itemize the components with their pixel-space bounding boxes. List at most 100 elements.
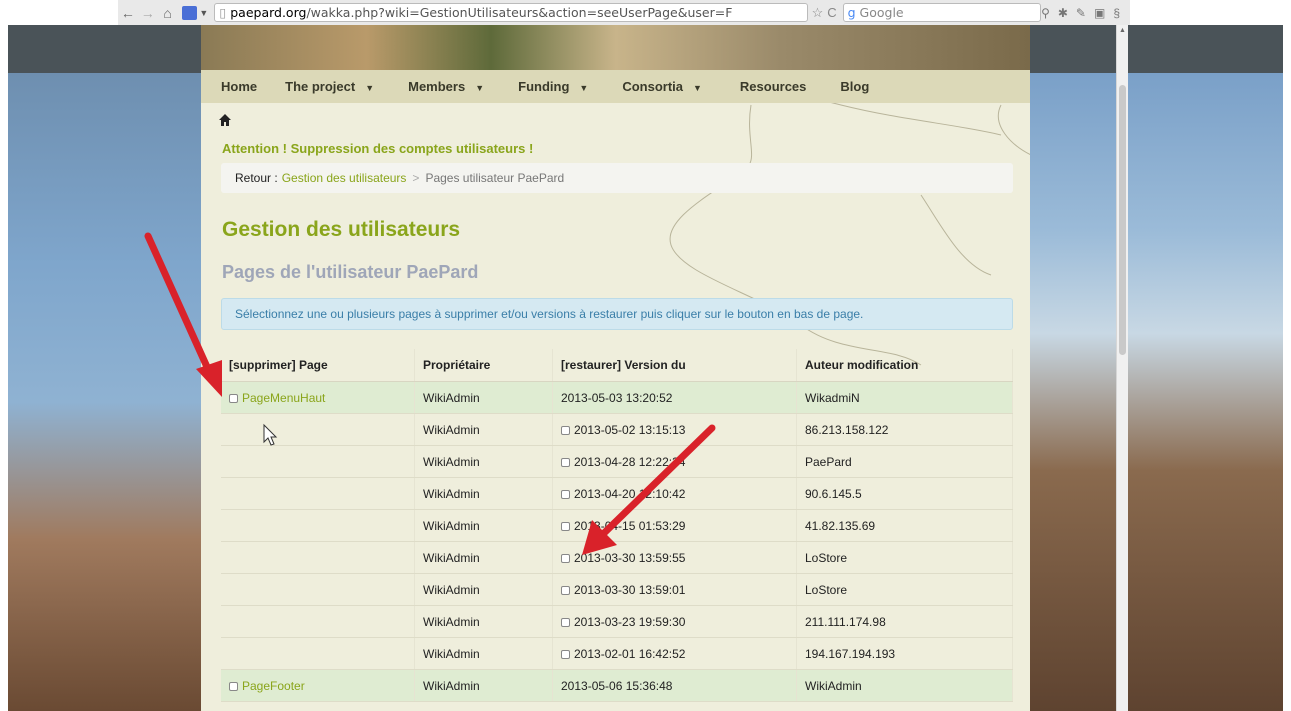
chevron-down-icon: ▼ — [692, 83, 702, 93]
nav-home[interactable]: Home — [221, 79, 257, 94]
page-link[interactable]: PageMenuHaut — [242, 391, 325, 405]
search-placeholder: Google — [859, 5, 904, 20]
addon-icon[interactable]: ✱ — [1058, 6, 1068, 20]
breadcrumb-link[interactable]: Gestion des utilisateurs — [282, 171, 407, 185]
page-title: Gestion des utilisateurs — [222, 218, 461, 241]
page-cell — [221, 413, 415, 446]
page-cell — [221, 445, 415, 478]
author-cell: 194.167.194.193 — [796, 637, 1013, 670]
table-header-row: [supprimer] Page Propriétaire [restaurer… — [221, 349, 1013, 382]
version-cell: 2013-02-01 16:42:52 — [552, 637, 797, 670]
version-cell: 2013-03-23 19:59:30 — [552, 605, 797, 638]
page-icon: ▯ — [219, 5, 227, 20]
url-path: /wakka.php?wiki=GestionUtilisateurs&acti… — [306, 5, 733, 20]
alert-title: Attention ! Suppression des comptes util… — [222, 141, 534, 156]
user-pages-table: [supprimer] Page Propriétaire [restaurer… — [221, 349, 1013, 702]
page-cell: PageFooter — [221, 669, 415, 702]
restore-version-checkbox[interactable] — [561, 649, 570, 659]
breadcrumb-label: Retour : — [235, 171, 278, 185]
window-border-right — [1283, 0, 1291, 711]
table-row: WikiAdmin 2013-04-15 01:53:29 41.82.135.… — [221, 509, 1013, 542]
header-version: [restaurer] Version du — [552, 349, 797, 382]
nav-members[interactable]: Members ▼ — [408, 79, 484, 94]
background-image-left — [8, 25, 201, 711]
scroll-up-icon[interactable]: ▲ — [1119, 27, 1126, 34]
version-cell: 2013-05-03 13:20:52 — [552, 381, 797, 414]
header-owner: Propriétaire — [414, 349, 553, 382]
owner-cell: WikiAdmin — [414, 381, 553, 414]
table-row: WikiAdmin 2013-05-02 13:15:13 86.213.158… — [221, 413, 1013, 446]
version-cell: 2013-03-30 13:59:01 — [552, 573, 797, 606]
nav-blog[interactable]: Blog — [840, 79, 869, 94]
restore-version-checkbox[interactable] — [561, 521, 570, 531]
table-row: PageFooter WikiAdmin 2013-05-06 15:36:48… — [221, 669, 1013, 702]
window-border-left — [0, 0, 8, 711]
nav-resources[interactable]: Resources — [740, 79, 806, 94]
table-row: WikiAdmin 2013-03-30 13:59:55 LoStore — [221, 541, 1013, 574]
menu-icon[interactable]: § — [1113, 6, 1120, 20]
address-bar[interactable]: ▯ paepard.org /wakka.php?wiki=GestionUti… — [214, 3, 808, 22]
owner-cell: WikiAdmin — [414, 541, 553, 574]
restore-version-checkbox[interactable] — [561, 457, 570, 467]
search-input[interactable]: g Google — [842, 3, 1042, 22]
background-image-right — [1030, 25, 1283, 711]
author-cell: PaePard — [796, 445, 1013, 478]
magnifier-icon[interactable]: ⚲ — [1041, 6, 1050, 20]
table-row: WikiAdmin 2013-03-30 13:59:01 LoStore — [221, 573, 1013, 606]
page-link[interactable]: PageFooter — [242, 679, 305, 693]
pen-icon[interactable]: ✎ — [1076, 6, 1086, 20]
author-cell: WikadmiN — [796, 381, 1013, 414]
owner-cell: WikiAdmin — [414, 509, 553, 542]
download-icon[interactable]: ▣ — [1094, 6, 1105, 20]
author-cell: LoStore — [796, 541, 1013, 574]
house-icon[interactable] — [218, 113, 232, 127]
browser-toolbar: ← → ⌂ ▼ ▯ paepard.org /wakka.php?wiki=Ge… — [118, 0, 1130, 26]
chevron-down-icon[interactable]: ▼ — [199, 8, 208, 18]
author-cell: 211.111.174.98 — [796, 605, 1013, 638]
page-content: Home The project ▼ Members ▼ Funding ▼ Cons… — [201, 25, 1030, 711]
breadcrumb-separator: > — [412, 171, 420, 185]
nav-the-project[interactable]: The project ▼ — [285, 79, 374, 94]
restore-version-checkbox[interactable] — [561, 425, 570, 435]
table-row: WikiAdmin 2013-03-23 19:59:30 211.111.17… — [221, 605, 1013, 638]
url-domain: paepard.org — [230, 5, 307, 20]
delete-page-checkbox[interactable] — [229, 393, 238, 403]
page-subtitle: Pages de l'utilisateur PaePard — [222, 262, 479, 282]
bookmark-star-icon[interactable]: ☆ — [812, 5, 824, 21]
chevron-down-icon: ▼ — [365, 83, 375, 93]
restore-version-checkbox[interactable] — [561, 617, 570, 627]
restore-version-checkbox[interactable] — [561, 585, 570, 595]
home-icon[interactable]: ⌂ — [158, 5, 178, 21]
author-cell: 41.82.135.69 — [796, 509, 1013, 542]
author-cell: LoStore — [796, 573, 1013, 606]
google-icon: g — [847, 5, 856, 20]
author-cell: WikiAdmin — [796, 669, 1013, 702]
table-row: WikiAdmin 2013-04-28 12:22:34 PaePard — [221, 445, 1013, 478]
nav-consortia[interactable]: Consortia ▼ — [622, 79, 702, 94]
page-cell — [221, 509, 415, 542]
scrollbar[interactable]: ▲ — [1116, 25, 1128, 711]
nav-funding[interactable]: Funding ▼ — [518, 79, 588, 94]
restore-version-checkbox[interactable] — [561, 553, 570, 563]
page-cell — [221, 605, 415, 638]
page-cell — [221, 541, 415, 574]
version-cell: 2013-05-02 13:15:13 — [552, 413, 797, 446]
extension-icon[interactable] — [181, 5, 198, 20]
version-cell: 2013-03-30 13:59:55 — [552, 541, 797, 574]
table-row: WikiAdmin 2013-04-20 12:10:42 90.6.145.5 — [221, 477, 1013, 510]
delete-page-checkbox[interactable] — [229, 681, 238, 691]
forward-arrow-icon[interactable]: → — [138, 5, 158, 21]
version-cell: 2013-04-20 12:10:42 — [552, 477, 797, 510]
table-row: PageMenuHaut WikiAdmin 2013-05-03 13:20:… — [221, 381, 1013, 414]
version-cell: 2013-05-06 15:36:48 — [552, 669, 797, 702]
restore-version-checkbox[interactable] — [561, 489, 570, 499]
breadcrumb-current: Pages utilisateur PaePard — [425, 171, 565, 185]
owner-cell: WikiAdmin — [414, 573, 553, 606]
scrollbar-thumb[interactable] — [1119, 85, 1126, 355]
owner-cell: WikiAdmin — [414, 445, 553, 478]
back-arrow-icon[interactable]: ← — [118, 5, 138, 21]
page-cell — [221, 573, 415, 606]
reload-icon[interactable]: C — [827, 5, 836, 20]
owner-cell: WikiAdmin — [414, 637, 553, 670]
owner-cell: WikiAdmin — [414, 669, 553, 702]
